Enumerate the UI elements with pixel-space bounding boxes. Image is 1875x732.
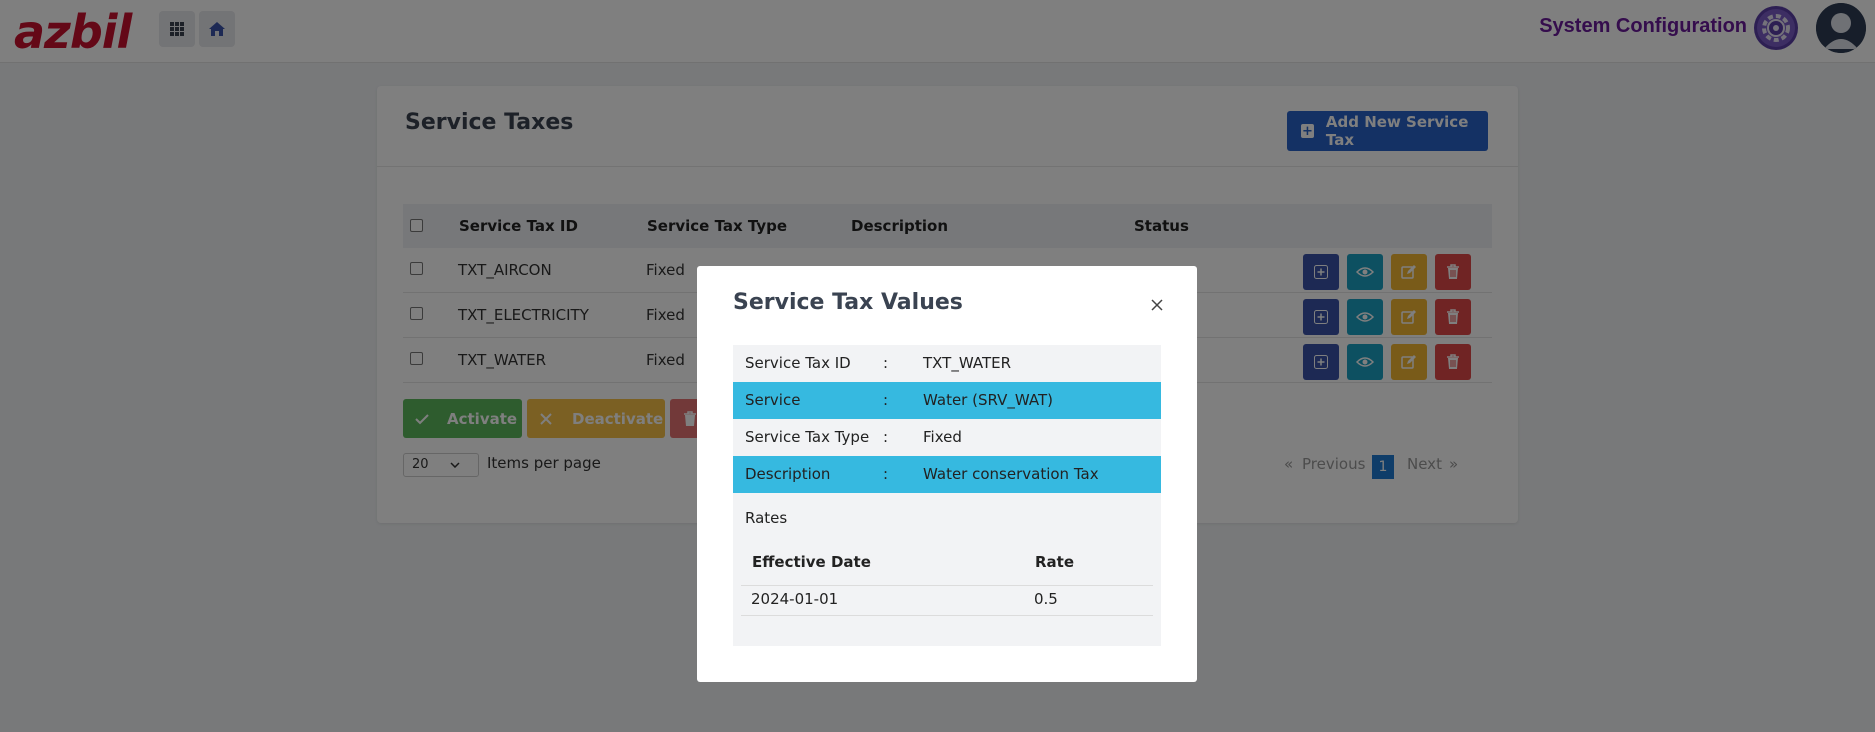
rates-divider xyxy=(741,585,1153,586)
rates-divider xyxy=(741,615,1153,616)
detail-label: Service Tax ID xyxy=(745,354,851,372)
modal-title: Service Tax Values xyxy=(733,290,963,315)
detail-separator: : xyxy=(883,391,889,409)
detail-separator: : xyxy=(883,354,889,372)
detail-value: Fixed xyxy=(923,428,962,446)
service-tax-values-modal: Service Tax Values Service Tax ID : TXT_… xyxy=(697,266,1197,682)
detail-separator: : xyxy=(883,465,889,483)
detail-separator: : xyxy=(883,428,889,446)
rate-value: 0.5 xyxy=(1034,590,1058,608)
rate-effective-date: 2024-01-01 xyxy=(751,590,839,608)
close-icon[interactable] xyxy=(1148,296,1166,314)
rates-label: Rates xyxy=(745,509,788,527)
service-tax-details: Service Tax ID : TXT_WATER Service : Wat… xyxy=(733,345,1161,646)
detail-row: Service Tax Type : Fixed xyxy=(733,419,1161,456)
detail-value: TXT_WATER xyxy=(923,354,1012,372)
detail-value: Water (SRV_WAT) xyxy=(923,391,1053,409)
detail-label: Service xyxy=(745,391,801,409)
rates-header-rate: Rate xyxy=(1035,553,1075,571)
detail-label: Description xyxy=(745,465,831,483)
detail-label: Service Tax Type xyxy=(745,428,870,446)
detail-row: Service Tax ID : TXT_WATER xyxy=(733,345,1161,382)
detail-value: Water conservation Tax xyxy=(923,465,1099,483)
detail-row: Description : Water conservation Tax xyxy=(733,456,1161,493)
rates-header-effective-date: Effective Date xyxy=(752,553,871,571)
detail-row: Service : Water (SRV_WAT) xyxy=(733,382,1161,419)
